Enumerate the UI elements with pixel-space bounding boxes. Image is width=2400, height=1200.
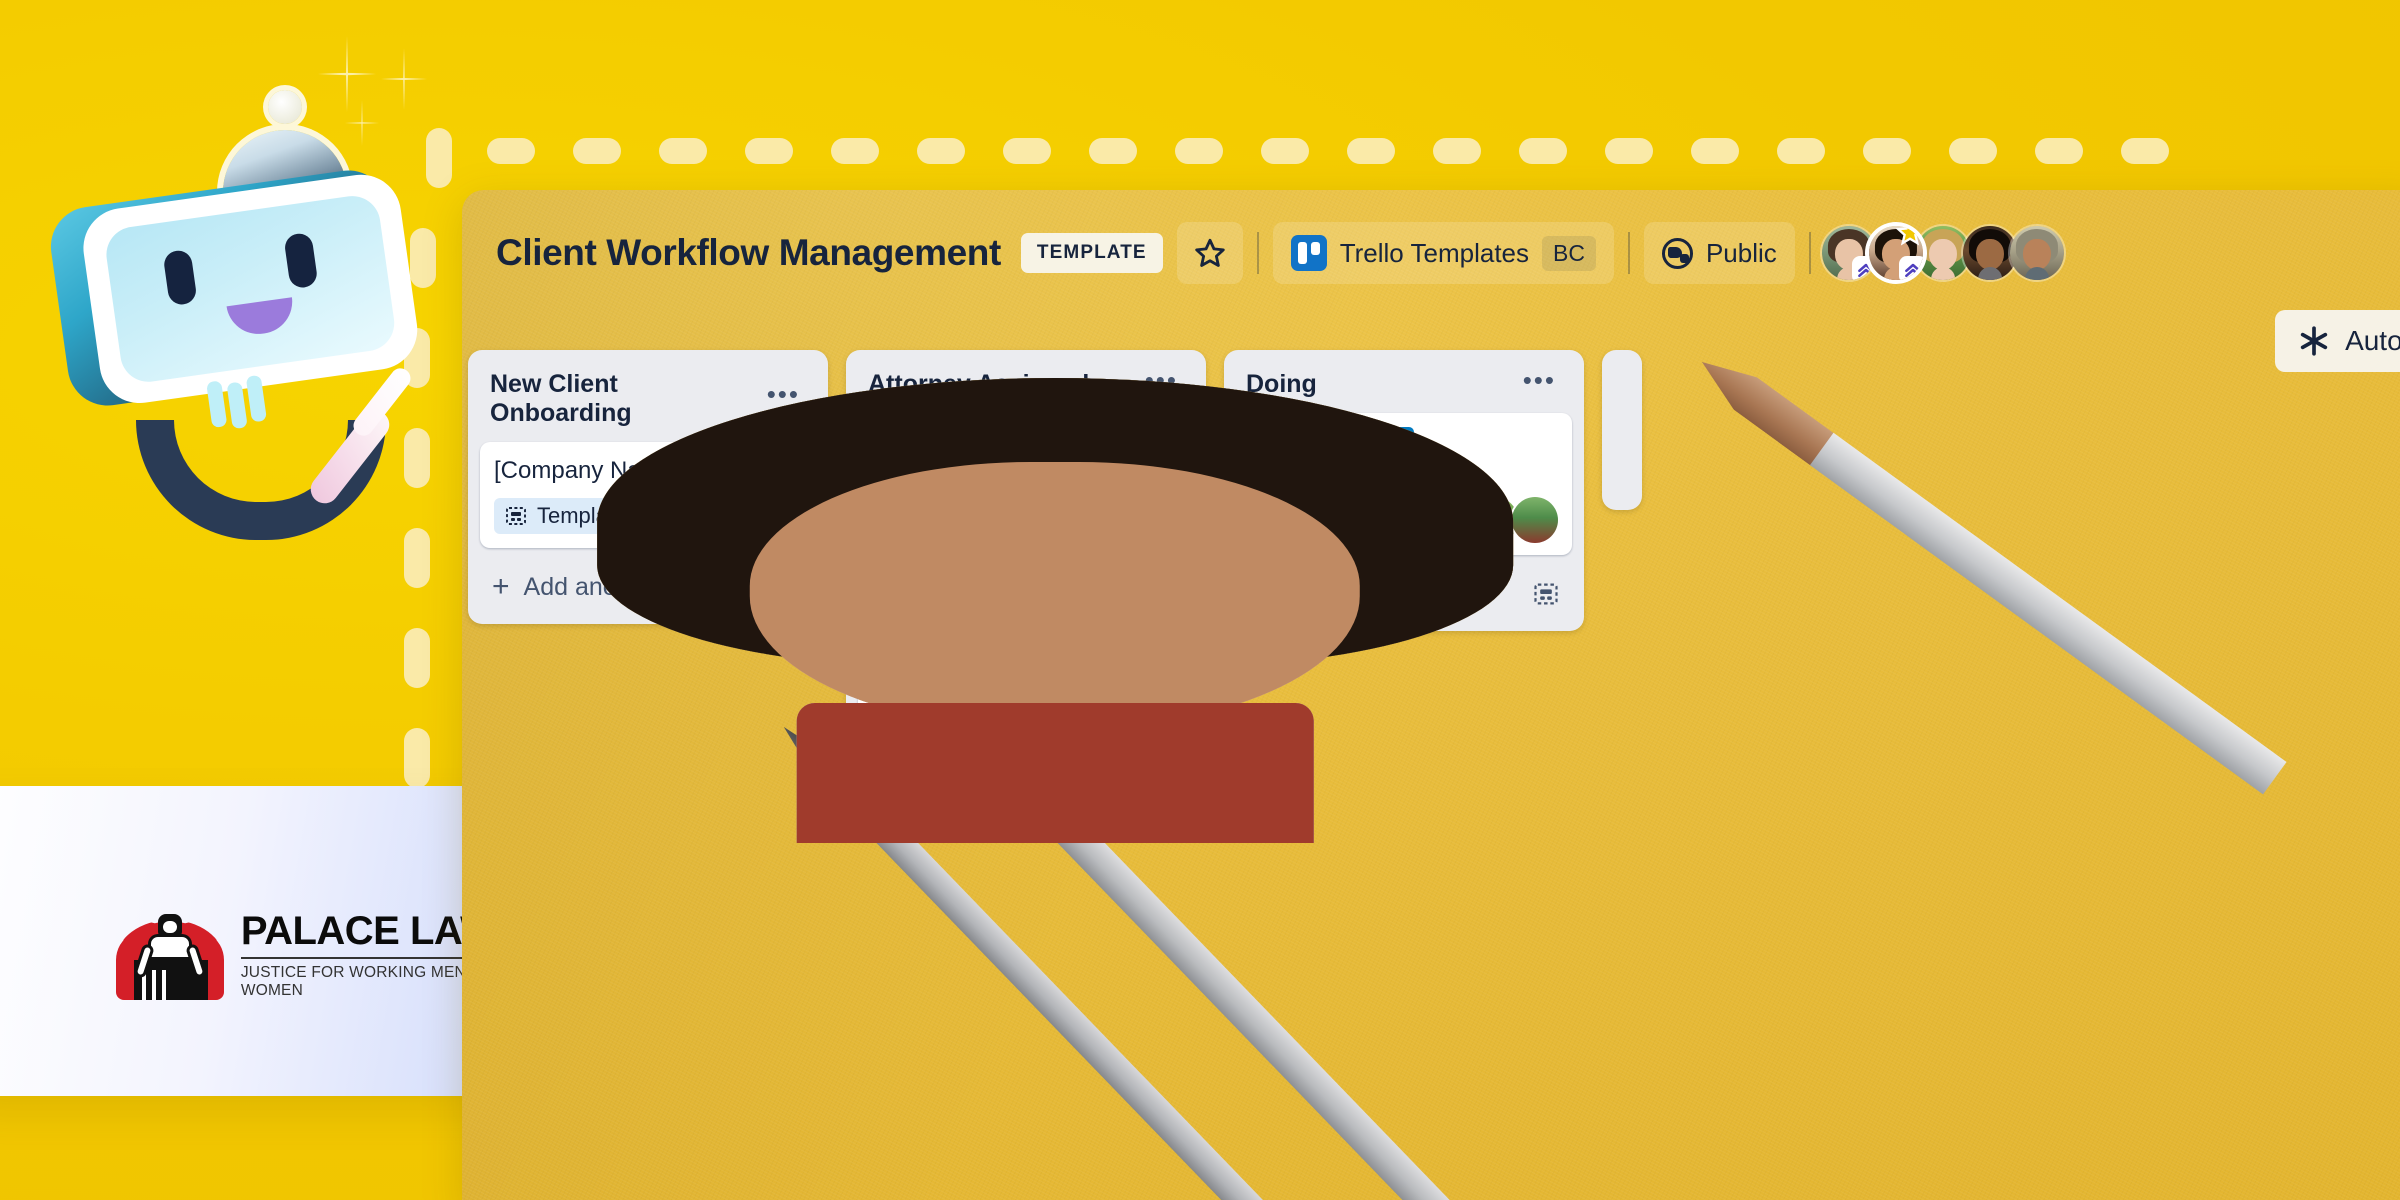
trello-logo-icon [1290,235,1327,271]
automation-asterisk-icon [2300,326,2328,356]
premium-upgrade-badge [1898,256,1923,280]
globe-icon [1661,237,1693,269]
member-avatar-5[interactable] [2009,226,2064,280]
board-lists: New Client Onboarding ••• [Company Name]… [468,350,1642,843]
list-doing: Doing ••• Conn Group [597,350,1584,843]
member-avatar-6[interactable] [597,377,1558,843]
member-avatar-1[interactable] [1821,226,1876,280]
workspace-initials: BC [1542,235,1596,271]
robot-face-icon [45,165,423,411]
header-divider-2 [1627,232,1630,274]
workspace-name: Trello Templates [1339,237,1530,268]
star-icon [1194,238,1225,267]
decorative-dash-rail-horizontal [487,138,2169,164]
board-header: Client Workflow Management TEMPLATE Trel… [462,190,2400,316]
star-board-button[interactable] [1176,222,1243,284]
trello-board: Client Workflow Management TEMPLATE Trel… [462,190,2400,1200]
trello-robot-mascot [40,60,480,540]
star-badge [1895,226,1923,246]
workspace-button[interactable]: Trello Templates BC [1272,222,1614,284]
pencil-decoration-1 [1690,346,2287,795]
robot-arm [136,364,446,560]
member-avatar-3[interactable] [1915,226,1970,280]
header-divider-3 [1808,232,1811,274]
header-divider-1 [1256,232,1259,274]
board-members[interactable] [1821,226,2064,280]
automation-button[interactable]: Autom [2275,310,2400,372]
card-conn-group[interactable]: Conn Group [597,377,1572,843]
visibility-label: Public [1705,237,1777,268]
palace-law-worker-gear-icon [110,908,224,1000]
visibility-button[interactable]: Public [1643,222,1795,284]
page-title[interactable]: Client Workflow Management [490,232,1007,274]
member-avatar-2[interactable] [1868,226,1923,280]
automation-label: Autom [2345,325,2400,356]
member-avatar-4[interactable] [1962,226,2017,280]
template-badge: TEMPLATE [1020,233,1163,273]
